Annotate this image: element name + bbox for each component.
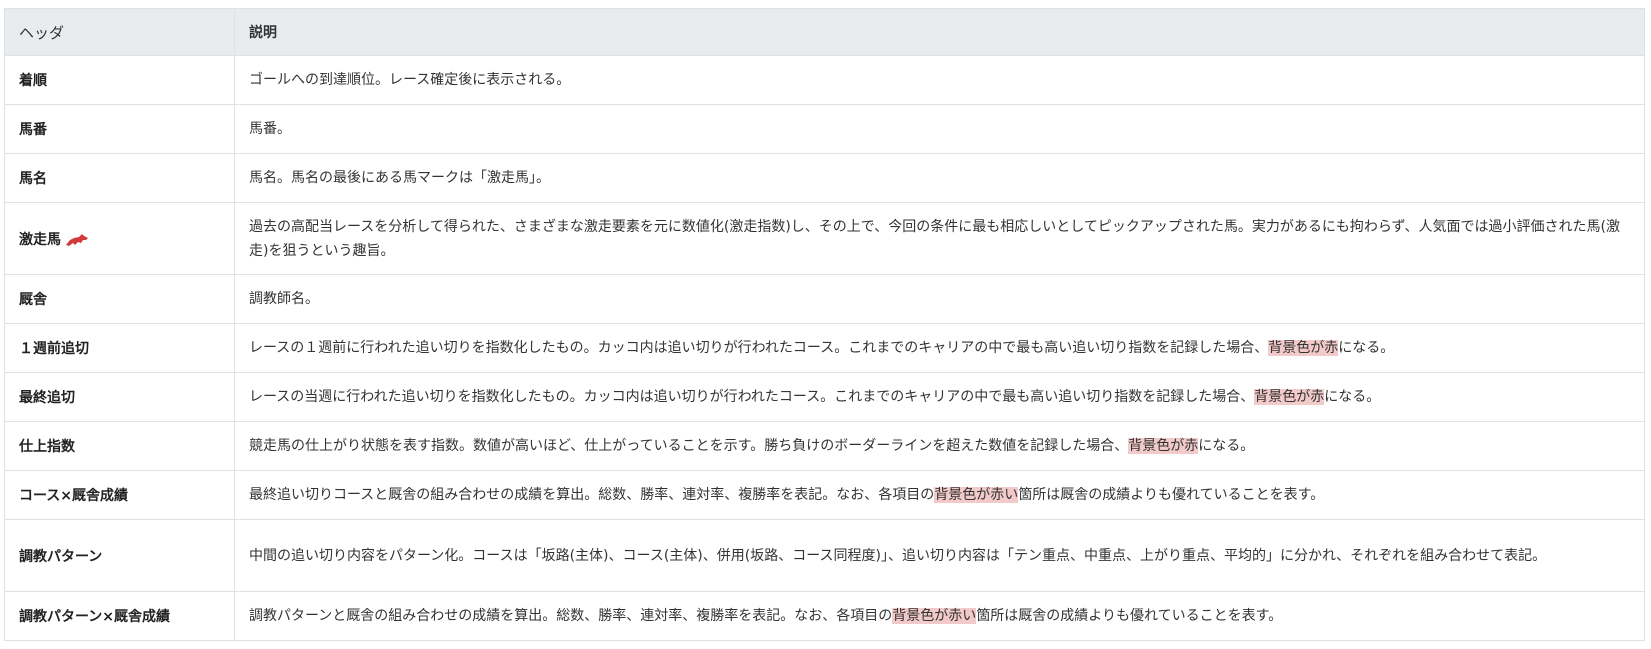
highlight-text: 背景色が赤い	[934, 487, 1019, 503]
table-row: 着順 ゴールへの到達順位。レース確定後に表示される。	[4, 55, 1645, 105]
highlight-text: 背景色が赤	[1128, 438, 1199, 454]
table-row: コース×厩舎成績 最終追い切りコースと厩舎の組み合わせの成績を算出。総数、勝率、…	[4, 470, 1645, 520]
highlight-text: 背景色が赤	[1268, 340, 1339, 356]
table-row: 馬番 馬番。	[4, 104, 1645, 154]
row-label: 調教パターン×厩舎成績	[4, 591, 235, 641]
desc-text: になる。	[1198, 438, 1255, 454]
desc-text: になる。	[1324, 389, 1381, 405]
row-label: １週前追切	[4, 323, 235, 373]
table-row: 調教パターン×厩舎成績 調教パターンと厩舎の組み合わせの成績を算出。総数、勝率、…	[4, 591, 1645, 641]
row-label: 激走馬	[19, 231, 61, 248]
highlight-text: 背景色が赤い	[892, 608, 977, 624]
row-label: 仕上指数	[4, 421, 235, 471]
row-description: ゴールへの到達順位。レース確定後に表示される。	[234, 55, 1645, 105]
table-row: 調教パターン 中間の追い切り内容をパターン化。コースは「坂路(主体)、コース(主…	[4, 519, 1645, 592]
row-label: コース×厩舎成績	[4, 470, 235, 520]
highlight-text: 背景色が赤	[1254, 389, 1325, 405]
description-table: ヘッダ 説明 着順 ゴールへの到達順位。レース確定後に表示される。 馬番 馬番。…	[4, 8, 1645, 641]
desc-text: 競走馬の仕上がり状態を表す指数。数値が高いほど、仕上がっていることを示す。勝ち負…	[249, 438, 1129, 454]
desc-text: レースの当週に行われた追い切りを指数化したもの。カッコ内は追い切りが行われたコー…	[249, 389, 1255, 405]
table-row: 激走馬 過去の高配当レースを分析して得られた、さまざまな激走要素を元に数値化(激…	[4, 202, 1645, 275]
row-description: 最終追い切りコースと厩舎の組み合わせの成績を算出。総数、勝率、連対率、複勝率を表…	[234, 470, 1645, 520]
header-col-description: 説明	[234, 8, 1645, 56]
row-description: 馬番。	[234, 104, 1645, 154]
table-row: 馬名 馬名。馬名の最後にある馬マークは「激走馬」。	[4, 153, 1645, 203]
row-description: 馬名。馬名の最後にある馬マークは「激走馬」。	[234, 153, 1645, 203]
row-description: レースの当週に行われた追い切りを指数化したもの。カッコ内は追い切りが行われたコー…	[234, 372, 1645, 422]
horse-mark-icon	[65, 233, 89, 247]
desc-text: になる。	[1338, 340, 1395, 356]
description-table-wrapper: ヘッダ 説明 着順 ゴールへの到達順位。レース確定後に表示される。 馬番 馬番。…	[4, 8, 1645, 641]
desc-text: 調教パターンと厩舎の組み合わせの成績を算出。総数、勝率、連対率、複勝率を表記。な…	[249, 608, 893, 624]
row-label: 馬名	[4, 153, 235, 203]
row-label: 厩舎	[4, 274, 235, 324]
desc-text: 最終追い切りコースと厩舎の組み合わせの成績を算出。総数、勝率、連対率、複勝率を表…	[249, 487, 935, 503]
row-description: 中間の追い切り内容をパターン化。コースは「坂路(主体)、コース(主体)、併用(坂…	[234, 519, 1645, 592]
header-col-label: ヘッダ	[4, 8, 235, 56]
row-label: 最終追切	[4, 372, 235, 422]
row-description: 競走馬の仕上がり状態を表す指数。数値が高いほど、仕上がっていることを示す。勝ち負…	[234, 421, 1645, 471]
row-label: 調教パターン	[4, 519, 235, 592]
row-label: 着順	[4, 55, 235, 105]
table-row: １週前追切 レースの１週前に行われた追い切りを指数化したもの。カッコ内は追い切り…	[4, 323, 1645, 373]
row-description: 過去の高配当レースを分析して得られた、さまざまな激走要素を元に数値化(激走指数)…	[234, 202, 1645, 275]
table-row: 厩舎 調教師名。	[4, 274, 1645, 324]
desc-text: レースの１週前に行われた追い切りを指数化したもの。カッコ内は追い切りが行われたコ…	[249, 340, 1269, 356]
desc-text: 箇所は厩舎の成績よりも優れていることを表す。	[976, 608, 1283, 624]
row-label-cell: 激走馬	[4, 202, 235, 275]
row-description: 調教師名。	[234, 274, 1645, 324]
row-description: 調教パターンと厩舎の組み合わせの成績を算出。総数、勝率、連対率、複勝率を表記。な…	[234, 591, 1645, 641]
row-label: 馬番	[4, 104, 235, 154]
row-description: レースの１週前に行われた追い切りを指数化したもの。カッコ内は追い切りが行われたコ…	[234, 323, 1645, 373]
table-row: 最終追切 レースの当週に行われた追い切りを指数化したもの。カッコ内は追い切りが行…	[4, 372, 1645, 422]
table-row: 仕上指数 競走馬の仕上がり状態を表す指数。数値が高いほど、仕上がっていることを示…	[4, 421, 1645, 471]
table-header-row: ヘッダ 説明	[4, 8, 1645, 56]
desc-text: 箇所は厩舎の成績よりも優れていることを表す。	[1018, 487, 1325, 503]
